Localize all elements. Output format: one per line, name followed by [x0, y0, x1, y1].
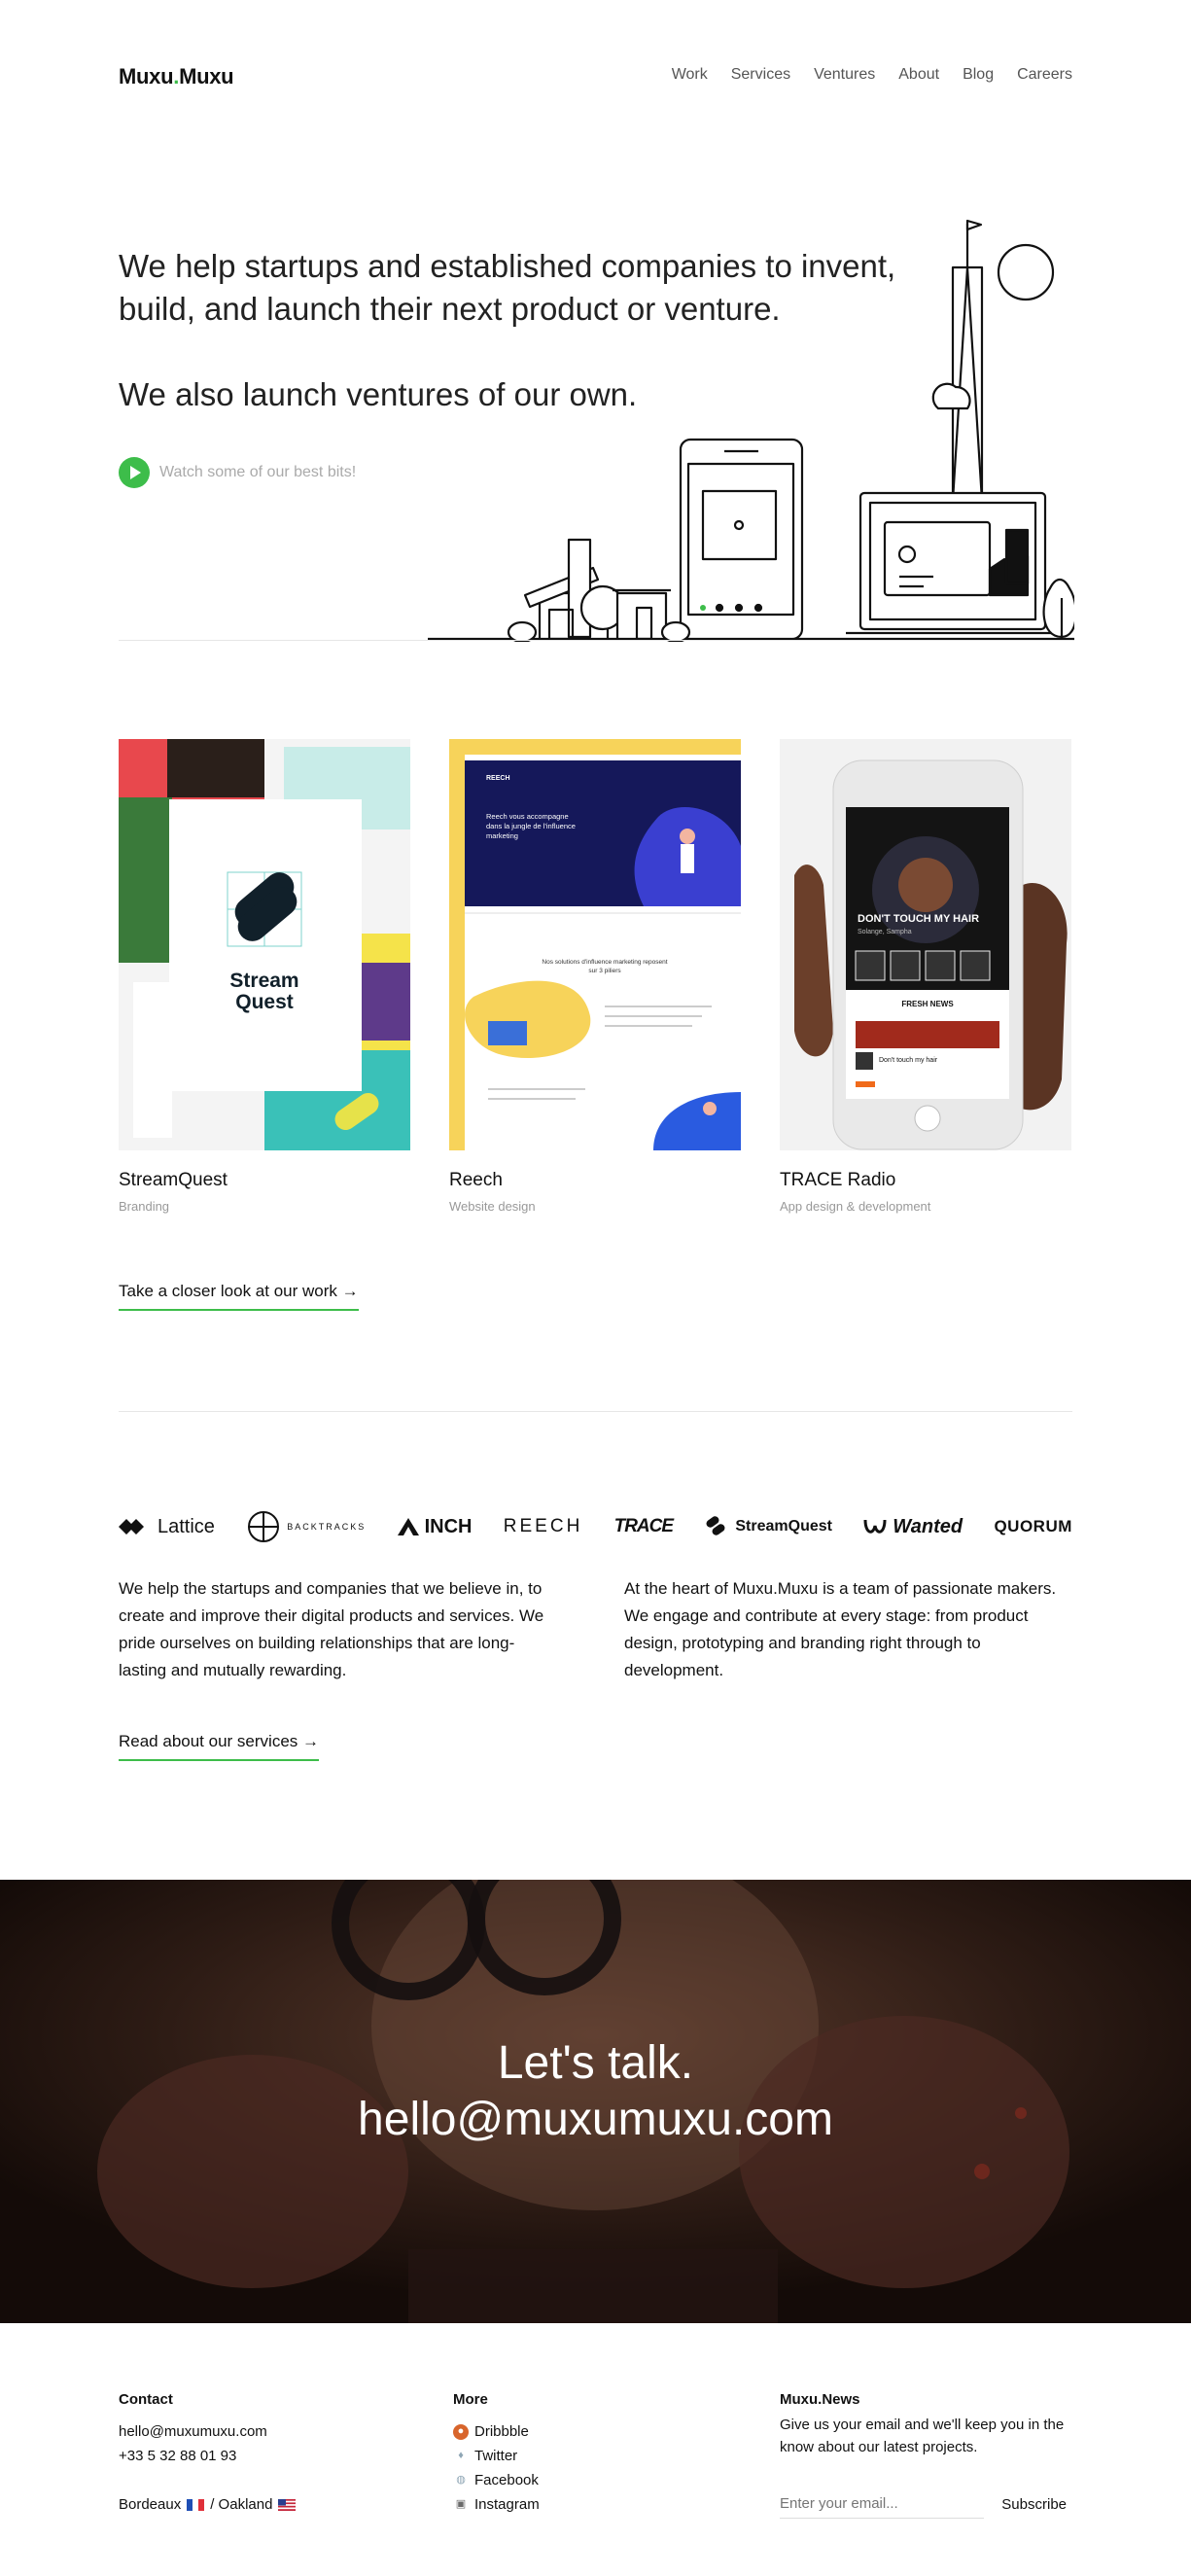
footer-more-heading: More [453, 2391, 488, 2408]
work-card-title: Reech [449, 1170, 503, 1190]
client-logo-backtracks: BACKTRACKS [246, 1509, 366, 1544]
footer-link-label: Dribbble [474, 2423, 529, 2440]
client-logo-quorum: QUORUM [994, 1517, 1071, 1536]
client-name: QUORUM [994, 1517, 1072, 1535]
footer-link-facebook[interactable]: ◍ Facebook [453, 2468, 540, 2492]
footer-contact: Contact hello@muxumuxu.com +33 5 32 88 0… [119, 2387, 297, 2517]
bird-icon: ♦ [458, 2450, 464, 2461]
client-logo-trace: TRACE [613, 1516, 674, 1537]
work-cta-link[interactable]: Take a closer look at our work → [119, 1282, 359, 1311]
footer-link-instagram[interactable]: ▣ Instagram [453, 2492, 540, 2517]
footer-link-label: Instagram [474, 2496, 540, 2513]
client-logo-inch: INCH [397, 1515, 473, 1538]
client-name: INCH [424, 1515, 473, 1537]
trace-thumb-news: FRESH NEWS [901, 1000, 954, 1008]
work-card-title: TRACE Radio [780, 1170, 896, 1190]
client-logo-wanted: Wanted [863, 1516, 963, 1538]
nav-careers[interactable]: Careers [1017, 66, 1072, 84]
footer-city-bordeaux: Bordeaux [119, 2496, 182, 2513]
france-flag-icon [187, 2498, 205, 2511]
inch-mark-icon [397, 1518, 419, 1535]
camera-icon: ▣ [455, 2498, 467, 2510]
client-name: TRACE [613, 1516, 674, 1536]
streamquest-thumb-word-b: Quest [235, 991, 294, 1013]
reech-thumb-brand: REECH [486, 775, 510, 782]
reech-thumbnail: REECH Reech vous accompagne dans la jung… [449, 739, 741, 1150]
logo-text-a: Muxu [119, 64, 174, 88]
main-nav: Work Services Ventures About Blog Career… [672, 66, 1072, 84]
nav-about[interactable]: About [898, 66, 939, 84]
client-name: REECH [503, 1516, 583, 1536]
newsletter-email-input[interactable] [780, 2489, 984, 2519]
client-name: StreamQuest [735, 1518, 832, 1535]
work-divider [119, 1411, 1072, 1412]
client-logo-lattice: Lattice [119, 1516, 215, 1538]
work-card-streamquest[interactable]: Stream Quest StreamQuest Branding [119, 739, 410, 1214]
hero-divider [119, 640, 1072, 641]
logo[interactable]: Muxu.Muxu [119, 64, 234, 89]
footer-contact-heading: Contact [119, 2391, 173, 2408]
reech-thumb-headline: Reech vous accompagne dans la jungle de … [486, 812, 576, 840]
basketball-icon: ● [453, 2423, 469, 2440]
about-text-right: At the heart of Muxu.Muxu is a team of p… [624, 1579, 1057, 1679]
subscribe-button[interactable]: Subscribe [996, 2490, 1072, 2519]
lattice-mark-icon [119, 1519, 144, 1535]
footer-link-label: Facebook [474, 2472, 539, 2488]
work-card-subtitle: Branding [119, 1199, 170, 1214]
play-icon [119, 457, 150, 488]
logo-text-b: Muxu [179, 64, 234, 88]
speech-bubble-icon: ◍ [456, 2474, 466, 2486]
lets-talk-text: Let's talk. hello@muxumuxu.com [0, 2035, 1191, 2148]
footer-more: More ● Dribbble ♦ Twitter ◍ Facebook ▣ Insta… [453, 2387, 540, 2517]
watch-video-link[interactable]: Watch some of our best bits! [119, 457, 356, 488]
client-name: BACKTRACKS [287, 1522, 367, 1532]
backtracks-mark-icon [248, 1511, 280, 1542]
work-card-subtitle: Website design [449, 1199, 536, 1214]
work-grid: Stream Quest StreamQuest Branding REECH … [119, 739, 1072, 1214]
footer-phone[interactable]: +33 5 32 88 01 93 [119, 2444, 296, 2468]
client-logos: Lattice BACKTRACKS INCH REECH TRACE Stre… [119, 1509, 1072, 1544]
about-text-left: We help the startups and companies that … [119, 1579, 544, 1679]
streamquest-mark-icon [706, 1516, 725, 1535]
work-card-trace-radio[interactable]: DON'T TOUCH MY HAIR Solange, Sampha FRES… [780, 739, 1071, 1214]
nav-services[interactable]: Services [731, 66, 790, 84]
client-name: Lattice [158, 1515, 215, 1537]
streamquest-thumbnail: Stream Quest [119, 739, 410, 1150]
services-cta-link[interactable]: Read about our services → [119, 1732, 319, 1761]
trace-thumb-item: Don't touch my hair [879, 1057, 938, 1064]
nav-work[interactable]: Work [672, 66, 708, 84]
footer-link-twitter[interactable]: ♦ Twitter [453, 2444, 540, 2468]
client-name: Wanted [893, 1515, 963, 1537]
footer-newsletter: Muxu.News Give us your email and we'll k… [780, 2387, 1072, 2458]
trace-radio-thumbnail: DON'T TOUCH MY HAIR Solange, Sampha FRES… [780, 739, 1071, 1150]
lets-talk-banner[interactable]: Let's talk. hello@muxumuxu.com [0, 1880, 1191, 2323]
reech-thumb-section: Nos solutions d'influence marketing repo… [542, 959, 668, 974]
work-card-subtitle: App design & development [780, 1199, 931, 1214]
city-illustration [428, 219, 1074, 642]
usa-flag-icon [278, 2498, 297, 2511]
watch-video-label: Watch some of our best bits! [159, 464, 357, 480]
lets-talk-heading: Let's talk. [497, 2037, 694, 2089]
trace-thumb-song: DON'T TOUCH MY HAIR [858, 913, 979, 925]
work-card-title: StreamQuest [119, 1170, 228, 1190]
nav-ventures[interactable]: Ventures [814, 66, 875, 84]
client-logo-reech: REECH [504, 1516, 583, 1537]
trace-thumb-artist: Solange, Sampha [858, 929, 912, 935]
lets-talk-email[interactable]: hello@muxumuxu.com [0, 2092, 1191, 2148]
footer-news-heading: Muxu.News [780, 2391, 860, 2408]
footer-link-label: Twitter [474, 2448, 518, 2464]
newsletter-form: Subscribe [780, 2489, 1072, 2519]
streamquest-thumb-word-a: Stream [229, 970, 298, 992]
footer-link-dribbble[interactable]: ● Dribbble [453, 2419, 540, 2444]
nav-blog[interactable]: Blog [963, 66, 994, 84]
footer-news-text: Give us your email and we'll keep you in… [780, 2417, 1065, 2455]
footer-city-oakland: / Oakland [210, 2496, 273, 2513]
footer-email-link[interactable]: hello@muxumuxu.com [119, 2419, 296, 2444]
client-logo-streamquest: StreamQuest [704, 1516, 832, 1537]
footer-locations: Bordeaux / Oakland [119, 2492, 297, 2517]
wanted-mark-icon [863, 1519, 887, 1534]
work-card-reech[interactable]: REECH Reech vous accompagne dans la jung… [449, 739, 741, 1214]
